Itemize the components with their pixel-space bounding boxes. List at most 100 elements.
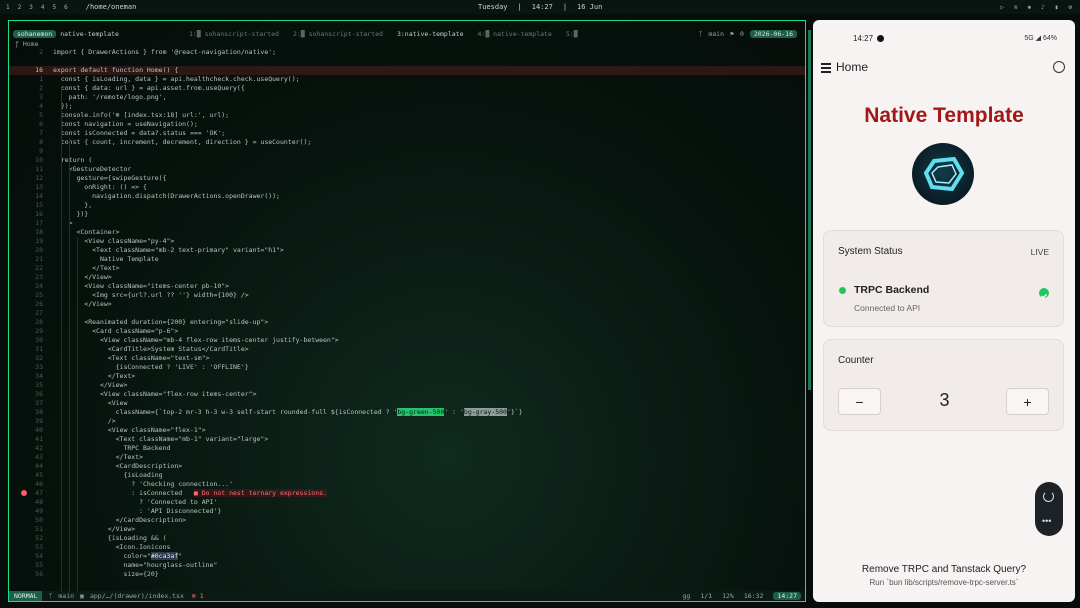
- code-line[interactable]: 37 <View: [9, 399, 805, 408]
- workspace-6[interactable]: 6: [64, 4, 68, 11]
- code-line[interactable]: 5 console.info('⊕ [index.tsx:18] url:', …: [9, 111, 805, 120]
- tab-2[interactable]: 2:▓ sohanscript-started: [293, 30, 383, 38]
- code-line[interactable]: 2 import { DrawerActions } from '@react-n…: [9, 48, 805, 57]
- code-line[interactable]: 47 : isConnected ■ Do not nest ternary e…: [9, 489, 805, 498]
- vim-mode: NORMAL: [9, 591, 43, 601]
- code-line[interactable]: 48 ? 'Connected to API': [9, 498, 805, 507]
- code-line[interactable]: 39 />: [9, 417, 805, 426]
- workspace-1[interactable]: 1: [6, 4, 10, 11]
- code-line[interactable]: 4 });: [9, 102, 805, 111]
- tab-4[interactable]: 4:▓ native-template: [478, 30, 552, 38]
- volume-icon[interactable]: ♪: [1041, 4, 1045, 11]
- code-line[interactable]: 3 path: '/remote/logo.png',: [9, 93, 805, 102]
- line-number: 14: [35, 192, 43, 200]
- tab-1[interactable]: 1:▓ sohanscript-started: [189, 30, 279, 38]
- code-line[interactable]: 30 <View className="mb-4 flex-row items-…: [9, 336, 805, 345]
- code-line[interactable]: 15 },: [9, 201, 805, 210]
- tab-3[interactable]: 3:native-template: [397, 30, 464, 38]
- scrollbar[interactable]: [808, 30, 811, 390]
- code-line[interactable]: 13 onRight: () => {: [9, 183, 805, 192]
- code-line[interactable]: 8 const { count, increment, decrement, d…: [9, 138, 805, 147]
- code-line[interactable]: 43 </Text>: [9, 453, 805, 462]
- code-text: return (: [53, 156, 93, 164]
- line-text: <View className="mb-4 flex-row items-cen…: [53, 336, 339, 345]
- code-line[interactable]: 34 </Text>: [9, 372, 805, 381]
- code-line[interactable]: 20 <Text className="mb-2 text-primary" v…: [9, 246, 805, 255]
- line-text: </Text>: [53, 372, 135, 381]
- code-line[interactable]: 41 <Text className="mb-1" variant="large…: [9, 435, 805, 444]
- code-line[interactable]: [9, 57, 805, 66]
- code-line[interactable]: 10 return (: [9, 156, 805, 165]
- code-line[interactable]: 44 <CardDescription>: [9, 462, 805, 471]
- code-line[interactable]: 21 Native Template: [9, 255, 805, 264]
- error-marker-icon[interactable]: [21, 490, 27, 496]
- code-line[interactable]: 40 <View className="flex-1">: [9, 426, 805, 435]
- line-text: })}: [53, 210, 88, 219]
- more-icon[interactable]: •••: [1042, 516, 1051, 526]
- code-line[interactable]: 2 const { data: url } = api.asset.from.u…: [9, 84, 805, 93]
- tray-icons[interactable]: ▷ ≋ ✱ ♪ ▮ ⚙: [1000, 4, 1072, 11]
- code-line[interactable]: 16 export default function Home() {: [9, 66, 805, 75]
- workspace-3[interactable]: 3: [29, 4, 33, 11]
- workspace-2[interactable]: 2: [18, 4, 22, 11]
- code-line[interactable]: 16 })}: [9, 210, 805, 219]
- bluetooth-icon[interactable]: ✱: [1028, 4, 1032, 11]
- code-line[interactable]: 51 </View>: [9, 525, 805, 534]
- phone-preview[interactable]: 14:27 5G ◢ 64% Home Native Template Syst…: [813, 20, 1075, 602]
- code-line[interactable]: 7 const isConnected = data?.status === '…: [9, 129, 805, 138]
- code-line[interactable]: 23 </View>: [9, 273, 805, 282]
- workspace-4[interactable]: 4: [41, 4, 45, 11]
- menu-icon[interactable]: [821, 63, 831, 73]
- code-line[interactable]: 31 <CardTitle>System Status</CardTitle>: [9, 345, 805, 354]
- code-line[interactable]: 53 <Icon.Ionicons: [9, 543, 805, 552]
- code-line[interactable]: 35 </View>: [9, 381, 805, 390]
- code-line[interactable]: 54 color="#0ca3af": [9, 552, 805, 561]
- code-line[interactable]: 46 ? 'Checking connection...': [9, 480, 805, 489]
- code-line[interactable]: 25 <Img src={url?.url ?? ''} width={100}…: [9, 291, 805, 300]
- battery-icon[interactable]: ▮: [1055, 4, 1059, 11]
- code-line[interactable]: 24 <View className="items-center pb-10">: [9, 282, 805, 291]
- floating-action-group[interactable]: •••: [1035, 482, 1063, 536]
- code-line[interactable]: 49 : 'API Disconnected'}: [9, 507, 805, 516]
- tab-5[interactable]: 5:▓: [566, 30, 578, 38]
- code-line[interactable]: 26 </View>: [9, 300, 805, 309]
- code-line[interactable]: 11 <GestureDetector: [9, 165, 805, 174]
- decrement-button[interactable]: −: [838, 388, 881, 415]
- code-line[interactable]: 17 >: [9, 219, 805, 228]
- code-line[interactable]: 45 {isLoading: [9, 471, 805, 480]
- code-line[interactable]: 19 <View className="py-4">: [9, 237, 805, 246]
- palette-icon[interactable]: [1053, 61, 1065, 73]
- code-line[interactable]: 9: [9, 147, 805, 156]
- play-icon[interactable]: ▷: [1000, 4, 1004, 11]
- code-line[interactable]: 38 className={`top-2 mr-3 h-3 w-3 self-s…: [9, 408, 805, 417]
- code-line[interactable]: 27: [9, 309, 805, 318]
- network-icon[interactable]: ≋: [1014, 4, 1018, 11]
- code-line[interactable]: 29 <Card className="p-6">: [9, 327, 805, 336]
- code-editor-window[interactable]: sohanemon native-template 1:▓ sohanscrip…: [8, 20, 806, 602]
- counter-title: Counter: [838, 355, 874, 366]
- code-text: const { count, increment, decrement, dir…: [53, 138, 312, 146]
- code-line[interactable]: 56 size={20}: [9, 570, 805, 579]
- code-line[interactable]: 1 const { isLoading, data } = api.health…: [9, 75, 805, 84]
- code-line[interactable]: 33 {isConnected ? 'LIVE' : 'OFFLINE'}: [9, 363, 805, 372]
- code-line[interactable]: 14 navigation.dispatch(DrawerActions.ope…: [9, 192, 805, 201]
- increment-button[interactable]: +: [1006, 388, 1049, 415]
- workspace-switcher[interactable]: 1 2 3 4 5 6: [6, 4, 68, 11]
- code-line[interactable]: 42 TRPC Backend: [9, 444, 805, 453]
- code-area[interactable]: 2 import { DrawerActions } from '@react-n…: [9, 48, 805, 601]
- code-line[interactable]: 36 <View className="flex-row items-cente…: [9, 390, 805, 399]
- code-line[interactable]: 52 {isLoading && (: [9, 534, 805, 543]
- code-line[interactable]: 6 const navigation = useNavigation();: [9, 120, 805, 129]
- workspace-5[interactable]: 5: [53, 4, 57, 11]
- code-line[interactable]: 32 <Text className="text-sm">: [9, 354, 805, 363]
- position: 1/1: [700, 592, 713, 600]
- code-line[interactable]: 55 name="hourglass-outline": [9, 561, 805, 570]
- line-text: <Icon.Ionicons: [53, 543, 171, 552]
- code-line[interactable]: 50 </CardDescription>: [9, 516, 805, 525]
- code-line[interactable]: 22 </Text>: [9, 264, 805, 273]
- code-line[interactable]: 12 gesture={swipeGesture({: [9, 174, 805, 183]
- refresh-icon[interactable]: [1043, 491, 1054, 502]
- code-line[interactable]: 28 <Reanimated duration={200} entering="…: [9, 318, 805, 327]
- settings-icon[interactable]: ⚙: [1068, 4, 1072, 11]
- code-line[interactable]: 18 <Container>: [9, 228, 805, 237]
